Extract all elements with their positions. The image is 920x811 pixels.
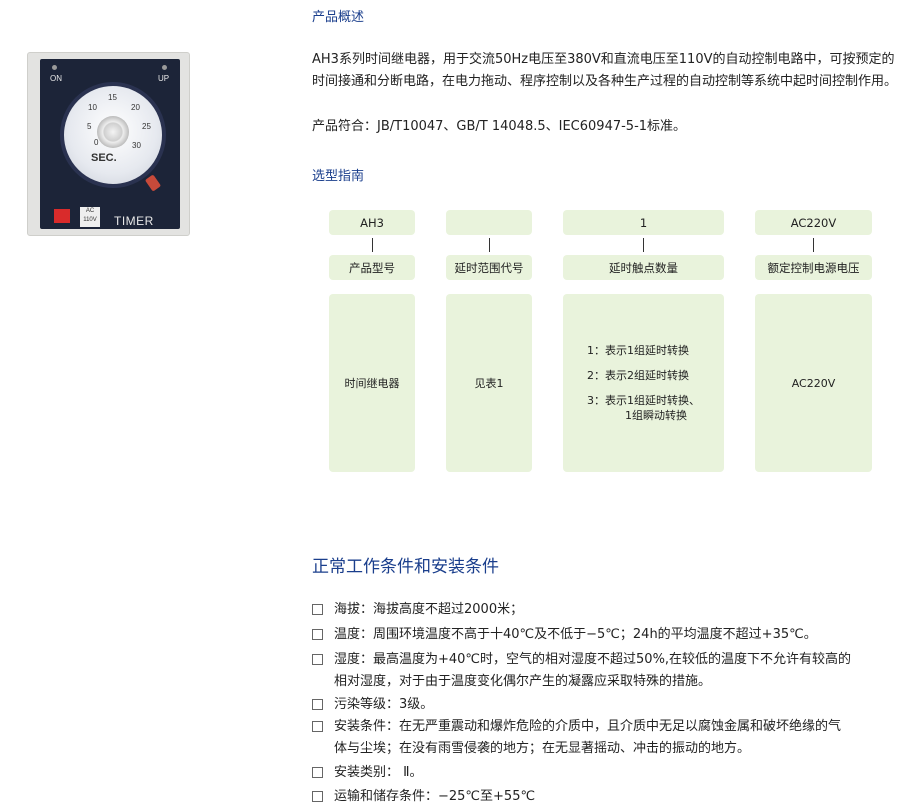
guide-detail-contacts: 1：表示1组延时转换 2：表示2组延时转换 3：表示1组延时转换、 1组瞬动转换: [563, 294, 724, 472]
condition-text: 污染等级：3级。: [334, 697, 434, 712]
voltage-label: AC 110V: [80, 207, 100, 227]
checkbox-icon: [312, 654, 323, 665]
condition-text: 温度：周围环境温度不高于十40℃及不低于−5℃；24h的平均温度不超过+35℃。: [334, 627, 817, 642]
guide-name-voltage: 额定控制电源电压: [755, 255, 872, 280]
product-image: ON UP 0 5 10 15 20 25 30 SEC. AC 110V TI…: [27, 52, 190, 236]
condition-text: 运输和储存条件：−25℃至+55℃: [334, 789, 536, 804]
checkbox-icon: [312, 699, 323, 710]
guide-code-contacts: 1: [563, 210, 724, 235]
condition-item: 安装条件：在无严重震动和爆炸危险的介质中，且介质中无足以腐蚀金属和破坏绝缘的气 …: [312, 716, 894, 760]
checkbox-icon: [312, 721, 323, 732]
dial-number: 15: [108, 93, 117, 102]
detail-line: 时间继电器: [344, 376, 400, 390]
guide-name-contacts: 延时触点数量: [563, 255, 724, 280]
dial-number: 5: [87, 122, 92, 131]
dial-number: 30: [132, 141, 141, 150]
on-indicator: [52, 65, 57, 70]
detail-line: 3：表示1组延时转换、: [587, 394, 700, 407]
detail-line: 见表1: [474, 376, 504, 390]
guide-connector: [813, 238, 814, 252]
condition-text-cont: 相对湿度，对于由于温度变化偶尔产生的凝露应采取特殊的措施。: [334, 674, 712, 689]
dial-center: [97, 116, 129, 148]
guide-detail-model: 时间继电器: [329, 294, 415, 472]
brand-logo: [54, 209, 70, 223]
conditions-heading: 正常工作条件和安装条件: [312, 557, 499, 577]
condition-text: 安装类别： Ⅱ。: [334, 765, 423, 780]
checkbox-icon: [312, 791, 323, 802]
condition-text: 安装条件：在无严重震动和爆炸危险的介质中，且介质中无足以腐蚀金属和破坏绝缘的气: [334, 719, 842, 734]
guide-code-voltage: AC220V: [755, 210, 872, 235]
overview-description: AH3系列时间继电器，用于交流50Hz电压至380V和直流电压至110V的自动控…: [312, 52, 898, 89]
guide-connector: [372, 238, 373, 252]
detail-line: 1组瞬动转换: [625, 409, 687, 422]
dial-number: 20: [131, 103, 140, 112]
detail-line: 1：表示1组延时转换: [587, 344, 689, 357]
guide-heading: 选型指南: [312, 169, 365, 184]
overview-standards: 产品符合：JB/T10047、GB/T 14048.5、IEC60947-5-1…: [312, 119, 687, 134]
condition-text-cont: 体与尘埃；在没有雨雪侵袭的地方；在无显著摇动、冲击的振动的地方。: [334, 741, 751, 756]
dial-number: 0: [94, 138, 99, 147]
up-indicator: [162, 65, 167, 70]
condition-item: 湿度：最高温度为+40℃时，空气的相对湿度不超过50%,在较低的温度下不允许有较…: [312, 649, 894, 693]
checkbox-icon: [312, 629, 323, 640]
unit-label: SEC.: [91, 152, 117, 164]
condition-item: 海拔：海拔高度不超过2000米；: [312, 599, 894, 621]
guide-name-model: 产品型号: [329, 255, 415, 280]
guide-detail-range: 见表1: [446, 294, 532, 472]
dial-number: 10: [88, 103, 97, 112]
guide-connector: [489, 238, 490, 252]
condition-item: 污染等级：3级。: [312, 694, 894, 716]
overview-heading: 产品概述: [312, 10, 365, 25]
time-dial: 0 5 10 15 20 25 30 SEC.: [60, 82, 166, 188]
detail-line: AC220V: [791, 376, 836, 390]
guide-code-range: [446, 210, 532, 235]
checkbox-icon: [312, 767, 323, 778]
condition-item: 运输和储存条件：−25℃至+55℃: [312, 786, 894, 808]
condition-text: 湿度：最高温度为+40℃时，空气的相对湿度不超过50%,在较低的温度下不允许有较…: [334, 652, 852, 667]
on-label: ON: [50, 74, 62, 83]
guide-detail-voltage: AC220V: [755, 294, 872, 472]
checkbox-icon: [312, 604, 323, 615]
up-label: UP: [158, 74, 170, 83]
condition-item: 温度：周围环境温度不高于十40℃及不低于−5℃；24h的平均温度不超过+35℃。: [312, 624, 894, 646]
relay-face: ON UP 0 5 10 15 20 25 30 SEC. AC 110V TI…: [40, 59, 180, 229]
condition-item: 安装类别： Ⅱ。: [312, 762, 894, 784]
condition-text: 海拔：海拔高度不超过2000米；: [334, 602, 524, 617]
guide-name-range: 延时范围代号: [446, 255, 532, 280]
guide-code-model: AH3: [329, 210, 415, 235]
timer-label: TIMER: [114, 214, 154, 228]
guide-connector: [643, 238, 644, 252]
red-pointer: [144, 174, 162, 192]
dial-number: 25: [142, 122, 151, 131]
detail-line: 2：表示2组延时转换: [587, 369, 689, 382]
